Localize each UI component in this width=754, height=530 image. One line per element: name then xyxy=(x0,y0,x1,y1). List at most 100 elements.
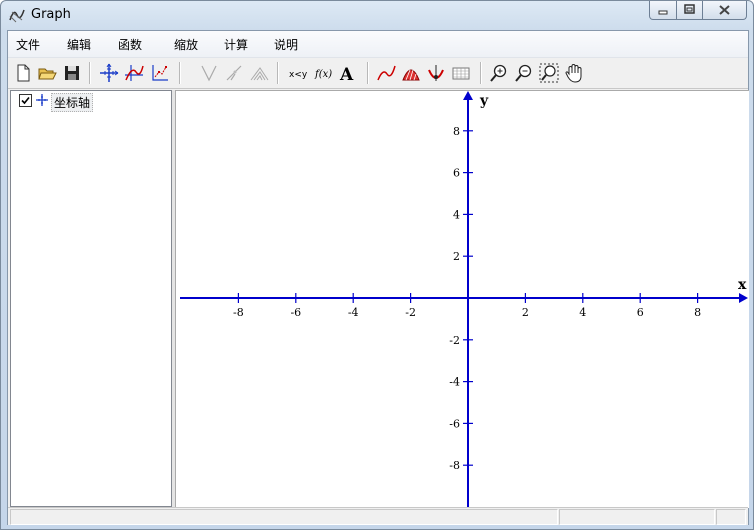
menu-bar: 文件 编辑 函数 缩放 计算 说明 xyxy=(8,31,748,58)
tree-item-label: 坐标轴 xyxy=(51,93,94,112)
table-icon xyxy=(452,67,470,80)
x-tick-label: 8 xyxy=(694,306,701,319)
axes-button[interactable] xyxy=(98,62,120,84)
new-file-button[interactable] xyxy=(12,62,34,84)
menu-help[interactable]: 说明 xyxy=(274,36,298,53)
axes-icon xyxy=(36,94,48,106)
zoom-out-icon xyxy=(515,64,532,82)
text-button[interactable]: A xyxy=(337,62,359,84)
y-tick-label: -8 xyxy=(449,459,460,472)
menu-edit[interactable]: 编辑 xyxy=(67,36,91,53)
inequality-icon: x<y xyxy=(289,70,308,80)
insert-function-icon xyxy=(125,65,144,81)
open-folder-icon xyxy=(38,68,57,80)
shading-icon xyxy=(226,65,242,81)
title-bar[interactable]: Graph xyxy=(1,1,753,29)
zoom-square-button[interactable] xyxy=(538,62,560,84)
menu-calc[interactable]: 计算 xyxy=(224,36,248,53)
svg-text:f(x): f(x) xyxy=(314,69,332,80)
axes-icon xyxy=(100,63,119,82)
area-icon xyxy=(402,69,420,81)
y-tick-label: 2 xyxy=(453,250,460,263)
menu-file[interactable]: 文件 xyxy=(16,36,40,53)
toolbar-separator xyxy=(277,62,279,84)
coordinate-plot: -8 -6 -4 -2 2 4 6 8 8 6 4 2 -2 -4 -6 -8 x y xyxy=(180,91,748,508)
y-axis: 8 6 4 2 -2 -4 -6 -8 xyxy=(449,91,473,508)
x-axis: -8 -6 -4 -2 2 4 6 8 xyxy=(180,293,748,319)
menu-zoom[interactable]: 缩放 xyxy=(174,36,198,53)
trend-line-icon xyxy=(377,65,396,81)
evaluate-icon xyxy=(428,65,444,81)
window-title: Graph xyxy=(31,7,71,22)
minimize-icon xyxy=(658,10,668,15)
zoom-square-icon xyxy=(539,63,559,83)
table-button[interactable] xyxy=(450,62,472,84)
insert-label-icon: f(x) xyxy=(314,69,332,80)
insert-point-series-button[interactable] xyxy=(148,62,170,84)
app-window: Graph 文件 编辑 函数 缩放 计算 说明 x<y f(x) A 坐标轴 -… xyxy=(0,0,754,530)
area-button[interactable] xyxy=(400,62,422,84)
x-tick-label: -4 xyxy=(348,306,359,319)
y-tick-label: 6 xyxy=(453,167,460,180)
save-disk-icon xyxy=(65,66,79,80)
toolbar-separator xyxy=(179,62,181,84)
minimize-button[interactable] xyxy=(649,1,677,20)
evaluate-button[interactable] xyxy=(425,62,447,84)
status-pane-main xyxy=(10,509,558,525)
toolbar: x<y f(x) A xyxy=(8,58,748,89)
y-tick-label: 8 xyxy=(453,125,460,138)
x-tick-label: 6 xyxy=(637,306,644,319)
status-pane-extra xyxy=(716,509,746,525)
restore-button[interactable] xyxy=(677,1,703,20)
y-tick-label: 4 xyxy=(453,208,460,221)
toolbar-separator xyxy=(480,62,482,84)
close-button[interactable] xyxy=(703,1,747,20)
zoom-out-button[interactable] xyxy=(513,62,535,84)
x-tick-label: -8 xyxy=(233,306,244,319)
x-tick-label: 2 xyxy=(522,306,529,319)
status-pane-coords xyxy=(559,509,715,525)
toolbar-separator xyxy=(89,62,91,84)
y-tick-label: -6 xyxy=(449,417,460,430)
zoom-in-icon xyxy=(490,64,507,82)
text-icon: A xyxy=(339,65,354,84)
inequality-button[interactable]: x<y xyxy=(287,62,309,84)
close-icon xyxy=(719,5,730,15)
element-tree[interactable]: 坐标轴 xyxy=(10,90,172,507)
checkmark-icon xyxy=(21,96,30,105)
svg-text:x<y: x<y xyxy=(289,70,308,80)
x-axis-label: x xyxy=(738,277,747,293)
relation-button[interactable] xyxy=(248,62,270,84)
x-tick-label: -6 xyxy=(290,306,301,319)
graph-canvas[interactable]: -8 -6 -4 -2 2 4 6 8 8 6 4 2 -2 -4 -6 -8 x y xyxy=(175,90,749,508)
window-controls xyxy=(649,1,747,21)
svg-text:A: A xyxy=(339,65,354,84)
y-axis-label: y xyxy=(479,93,489,109)
app-icon xyxy=(9,9,25,23)
new-file-icon xyxy=(17,64,30,82)
y-axis-arrow-icon xyxy=(463,91,473,100)
restore-icon xyxy=(684,4,695,14)
tangent-icon xyxy=(201,65,217,82)
save-button[interactable] xyxy=(61,62,83,84)
y-tick-label: -2 xyxy=(449,334,460,347)
open-button[interactable] xyxy=(36,62,58,84)
x-tick-label: 4 xyxy=(579,306,586,319)
tangent-button[interactable] xyxy=(198,62,220,84)
shading-button[interactable] xyxy=(223,62,245,84)
y-tick-label: -4 xyxy=(449,376,460,389)
status-bar xyxy=(8,507,748,525)
zoom-in-button[interactable] xyxy=(488,62,510,84)
hand-pan-icon xyxy=(565,63,582,83)
relation-icon xyxy=(250,67,269,81)
trend-line-button[interactable] xyxy=(375,62,397,84)
insert-label-button[interactable]: f(x) xyxy=(312,62,334,84)
insert-function-button[interactable] xyxy=(123,62,145,84)
insert-point-series-icon xyxy=(152,65,168,81)
axes-visible-checkbox[interactable] xyxy=(19,94,32,107)
menu-function[interactable]: 函数 xyxy=(118,36,142,53)
client-area: 文件 编辑 函数 缩放 计算 说明 x<y f(x) A 坐标轴 -8 -6 -… xyxy=(7,30,749,525)
hand-pan-button[interactable] xyxy=(563,62,585,84)
toolbar-separator xyxy=(367,62,369,84)
x-tick-label: -2 xyxy=(405,306,416,319)
